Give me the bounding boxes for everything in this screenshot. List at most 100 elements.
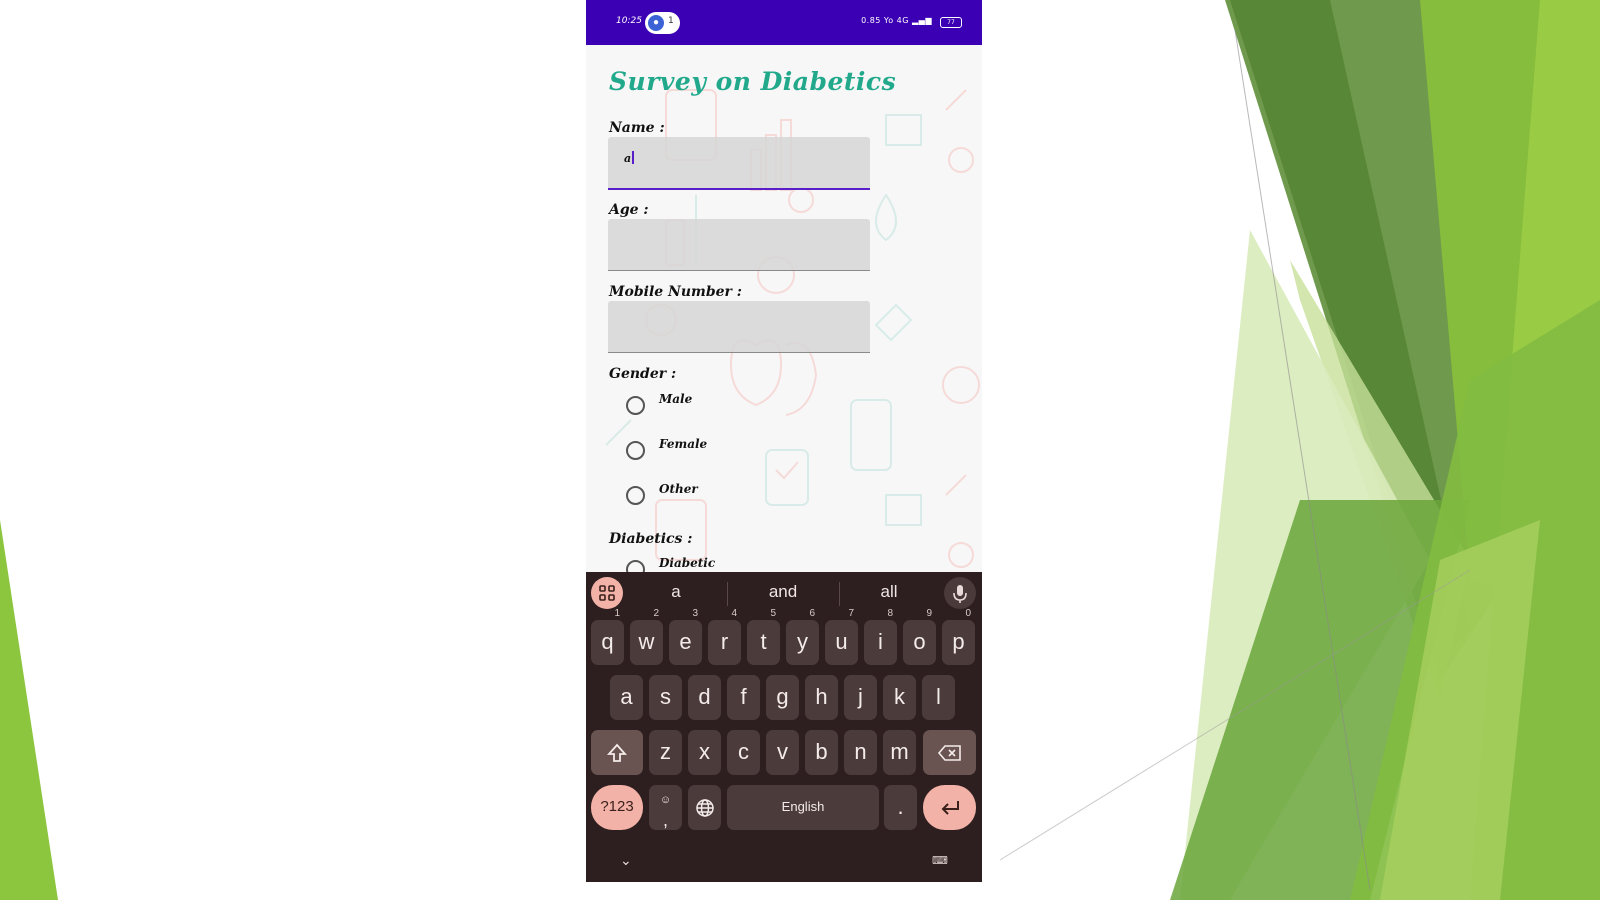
key-g[interactable]: g: [766, 675, 799, 720]
gender-radio-male[interactable]: [626, 396, 645, 415]
name-input[interactable]: a: [608, 137, 870, 190]
notification-count: 1: [668, 16, 674, 26]
shift-arrow-icon: [606, 743, 628, 763]
key-m[interactable]: m: [883, 730, 916, 775]
gender-radio-female[interactable]: [626, 441, 645, 460]
age-label: Age :: [609, 202, 649, 218]
space-bar[interactable]: English: [727, 785, 879, 830]
key-t-hint: 5: [770, 608, 776, 619]
keyboard-switch-icon[interactable]: ⌨: [932, 854, 948, 867]
backspace-key[interactable]: [923, 730, 976, 775]
key-u-hint: 7: [848, 608, 854, 619]
key-s[interactable]: s: [649, 675, 682, 720]
key-i[interactable]: i8: [864, 608, 897, 665]
mobile-number-input[interactable]: [608, 301, 870, 353]
text-cursor: [632, 151, 635, 164]
key-v[interactable]: v: [766, 730, 799, 775]
key-a[interactable]: a: [610, 675, 643, 720]
enter-arrow-icon: [941, 801, 959, 815]
key-p-hint: 0: [965, 608, 971, 619]
signal-icon: ▂▄▆: [912, 16, 932, 25]
key-p[interactable]: p0: [942, 608, 975, 665]
key-j[interactable]: j: [844, 675, 877, 720]
gender-option-male: Male: [659, 392, 693, 406]
name-input-text: a: [624, 152, 632, 165]
comma-key-label: ,: [662, 810, 668, 830]
microphone-icon: [953, 585, 967, 603]
emoji-icon: ☺: [659, 794, 672, 806]
key-o-hint: 9: [926, 608, 932, 619]
language-key[interactable]: [688, 785, 721, 830]
key-e-label: e: [679, 629, 692, 654]
key-o[interactable]: o9: [903, 608, 936, 665]
network-labels: Yo 4G: [883, 16, 909, 25]
key-f[interactable]: f: [727, 675, 760, 720]
suggestion-3[interactable]: all: [834, 582, 944, 602]
key-i-label: i: [878, 629, 883, 654]
key-u-label: u: [835, 629, 848, 654]
network-speed: 0.85 Yo 4G ▂▄▆: [861, 16, 932, 25]
key-p-label: p: [952, 629, 965, 654]
suggestion-1[interactable]: a: [621, 582, 731, 602]
key-y-hint: 6: [809, 608, 815, 619]
phone-screen: 10:25 ● 1 0.85 Yo 4G ▂▄▆ 77 Survey on Di…: [586, 0, 982, 882]
gender-radio-other[interactable]: [626, 486, 645, 505]
diabetics-option-diabetic: Diabetic: [659, 556, 716, 570]
soft-keyboard: a and all q1 w2 e3 r4 t5 y6 u7 i8 o9 p0 …: [586, 572, 982, 882]
mobile-number-label: Mobile Number :: [609, 284, 742, 300]
gender-label: Gender :: [609, 366, 677, 382]
name-label: Name :: [609, 120, 665, 136]
network-speed-value: 0.85: [861, 16, 881, 25]
key-i-hint: 8: [887, 608, 893, 619]
enter-key[interactable]: [923, 785, 976, 830]
name-input-value: a: [624, 151, 635, 165]
key-q-label: q: [601, 629, 614, 654]
survey-form: Survey on Diabetics Name : a Age : Mobil…: [586, 45, 982, 572]
key-h[interactable]: h: [805, 675, 838, 720]
comma-key[interactable]: ☺ ,: [649, 785, 682, 830]
key-w[interactable]: w2: [630, 608, 663, 665]
hide-keyboard-chevron-down-icon[interactable]: ⌄: [620, 852, 632, 869]
key-u[interactable]: u7: [825, 608, 858, 665]
voice-input-button[interactable]: [944, 577, 976, 609]
shift-key[interactable]: [591, 730, 643, 775]
key-n[interactable]: n: [844, 730, 877, 775]
keyboard-menu-button[interactable]: [591, 577, 623, 609]
key-k[interactable]: k: [883, 675, 916, 720]
symbols-key[interactable]: ?123: [591, 785, 643, 830]
age-input[interactable]: [608, 219, 870, 271]
backspace-icon: [937, 745, 961, 761]
key-r-hint: 4: [731, 608, 737, 619]
period-key[interactable]: .: [884, 785, 917, 830]
key-x[interactable]: x: [688, 730, 721, 775]
key-d[interactable]: d: [688, 675, 721, 720]
suggestion-2[interactable]: and: [728, 582, 838, 602]
battery-icon: 77: [940, 17, 962, 28]
key-c[interactable]: c: [727, 730, 760, 775]
app-notification-icon: ●: [648, 15, 664, 31]
key-e-hint: 3: [692, 608, 698, 619]
diabetics-label: Diabetics :: [609, 531, 693, 547]
key-l[interactable]: l: [922, 675, 955, 720]
notification-pill[interactable]: ● 1: [645, 12, 680, 34]
key-w-label: w: [638, 629, 655, 654]
key-y[interactable]: y6: [786, 608, 819, 665]
key-r[interactable]: r4: [708, 608, 741, 665]
page-title: Survey on Diabetics: [609, 67, 897, 96]
status-bar: 10:25 ● 1 0.85 Yo 4G ▂▄▆ 77: [586, 0, 982, 45]
key-w-hint: 2: [653, 608, 659, 619]
status-time: 10:25: [616, 16, 642, 26]
key-b[interactable]: b: [805, 730, 838, 775]
key-q[interactable]: q1: [591, 608, 624, 665]
key-t[interactable]: t5: [747, 608, 780, 665]
gender-option-other: Other: [659, 482, 698, 496]
key-z[interactable]: z: [649, 730, 682, 775]
key-t-label: t: [760, 629, 767, 654]
key-q-hint: 1: [614, 608, 620, 619]
diabetics-radio-diabetic[interactable]: [626, 560, 645, 572]
key-o-label: o: [913, 629, 926, 654]
apps-grid-icon: [599, 585, 615, 601]
globe-icon: [695, 799, 714, 817]
key-e[interactable]: e3: [669, 608, 702, 665]
key-y-label: y: [797, 629, 808, 654]
